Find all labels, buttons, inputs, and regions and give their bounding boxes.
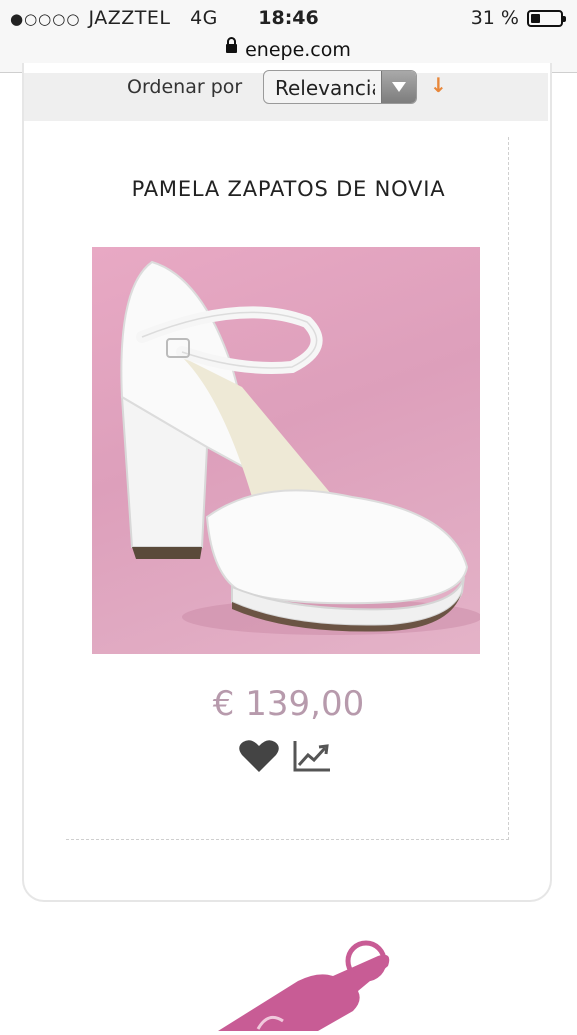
sort-select[interactable]: Relevancia xyxy=(263,70,417,104)
status-bar: ●○○○○ JAZZTEL 4G 18:46 31 % xyxy=(0,0,577,36)
sort-direction-icon[interactable]: ↓ xyxy=(430,73,447,97)
url-text: enepe.com xyxy=(245,39,351,61)
shoe-illustration xyxy=(120,260,482,635)
sort-bar: Ordenar por Relevancia ↓ xyxy=(24,70,548,121)
heart-icon[interactable] xyxy=(238,738,280,778)
sort-label: Ordenar por xyxy=(127,76,243,98)
battery-fill xyxy=(531,13,540,23)
battery-icon xyxy=(527,9,566,27)
product-title[interactable]: PAMELA ZAPATOS DE NOVIA xyxy=(0,177,577,201)
page-content: Ordenar por Relevancia ↓ PAMELA ZAPATOS … xyxy=(0,63,577,1031)
chevron-down-icon[interactable] xyxy=(381,71,416,103)
product-actions xyxy=(238,738,332,778)
trend-chart-icon[interactable] xyxy=(292,739,332,777)
sort-selected-value: Relevancia xyxy=(275,76,375,100)
product-price: € 139,00 xyxy=(212,684,365,724)
battery-percent: 31 % xyxy=(470,7,519,29)
lock-icon xyxy=(226,37,238,53)
battery-status: 31 % xyxy=(470,7,566,29)
product-image[interactable] xyxy=(92,247,482,654)
price-tag-graphic xyxy=(118,931,458,1031)
